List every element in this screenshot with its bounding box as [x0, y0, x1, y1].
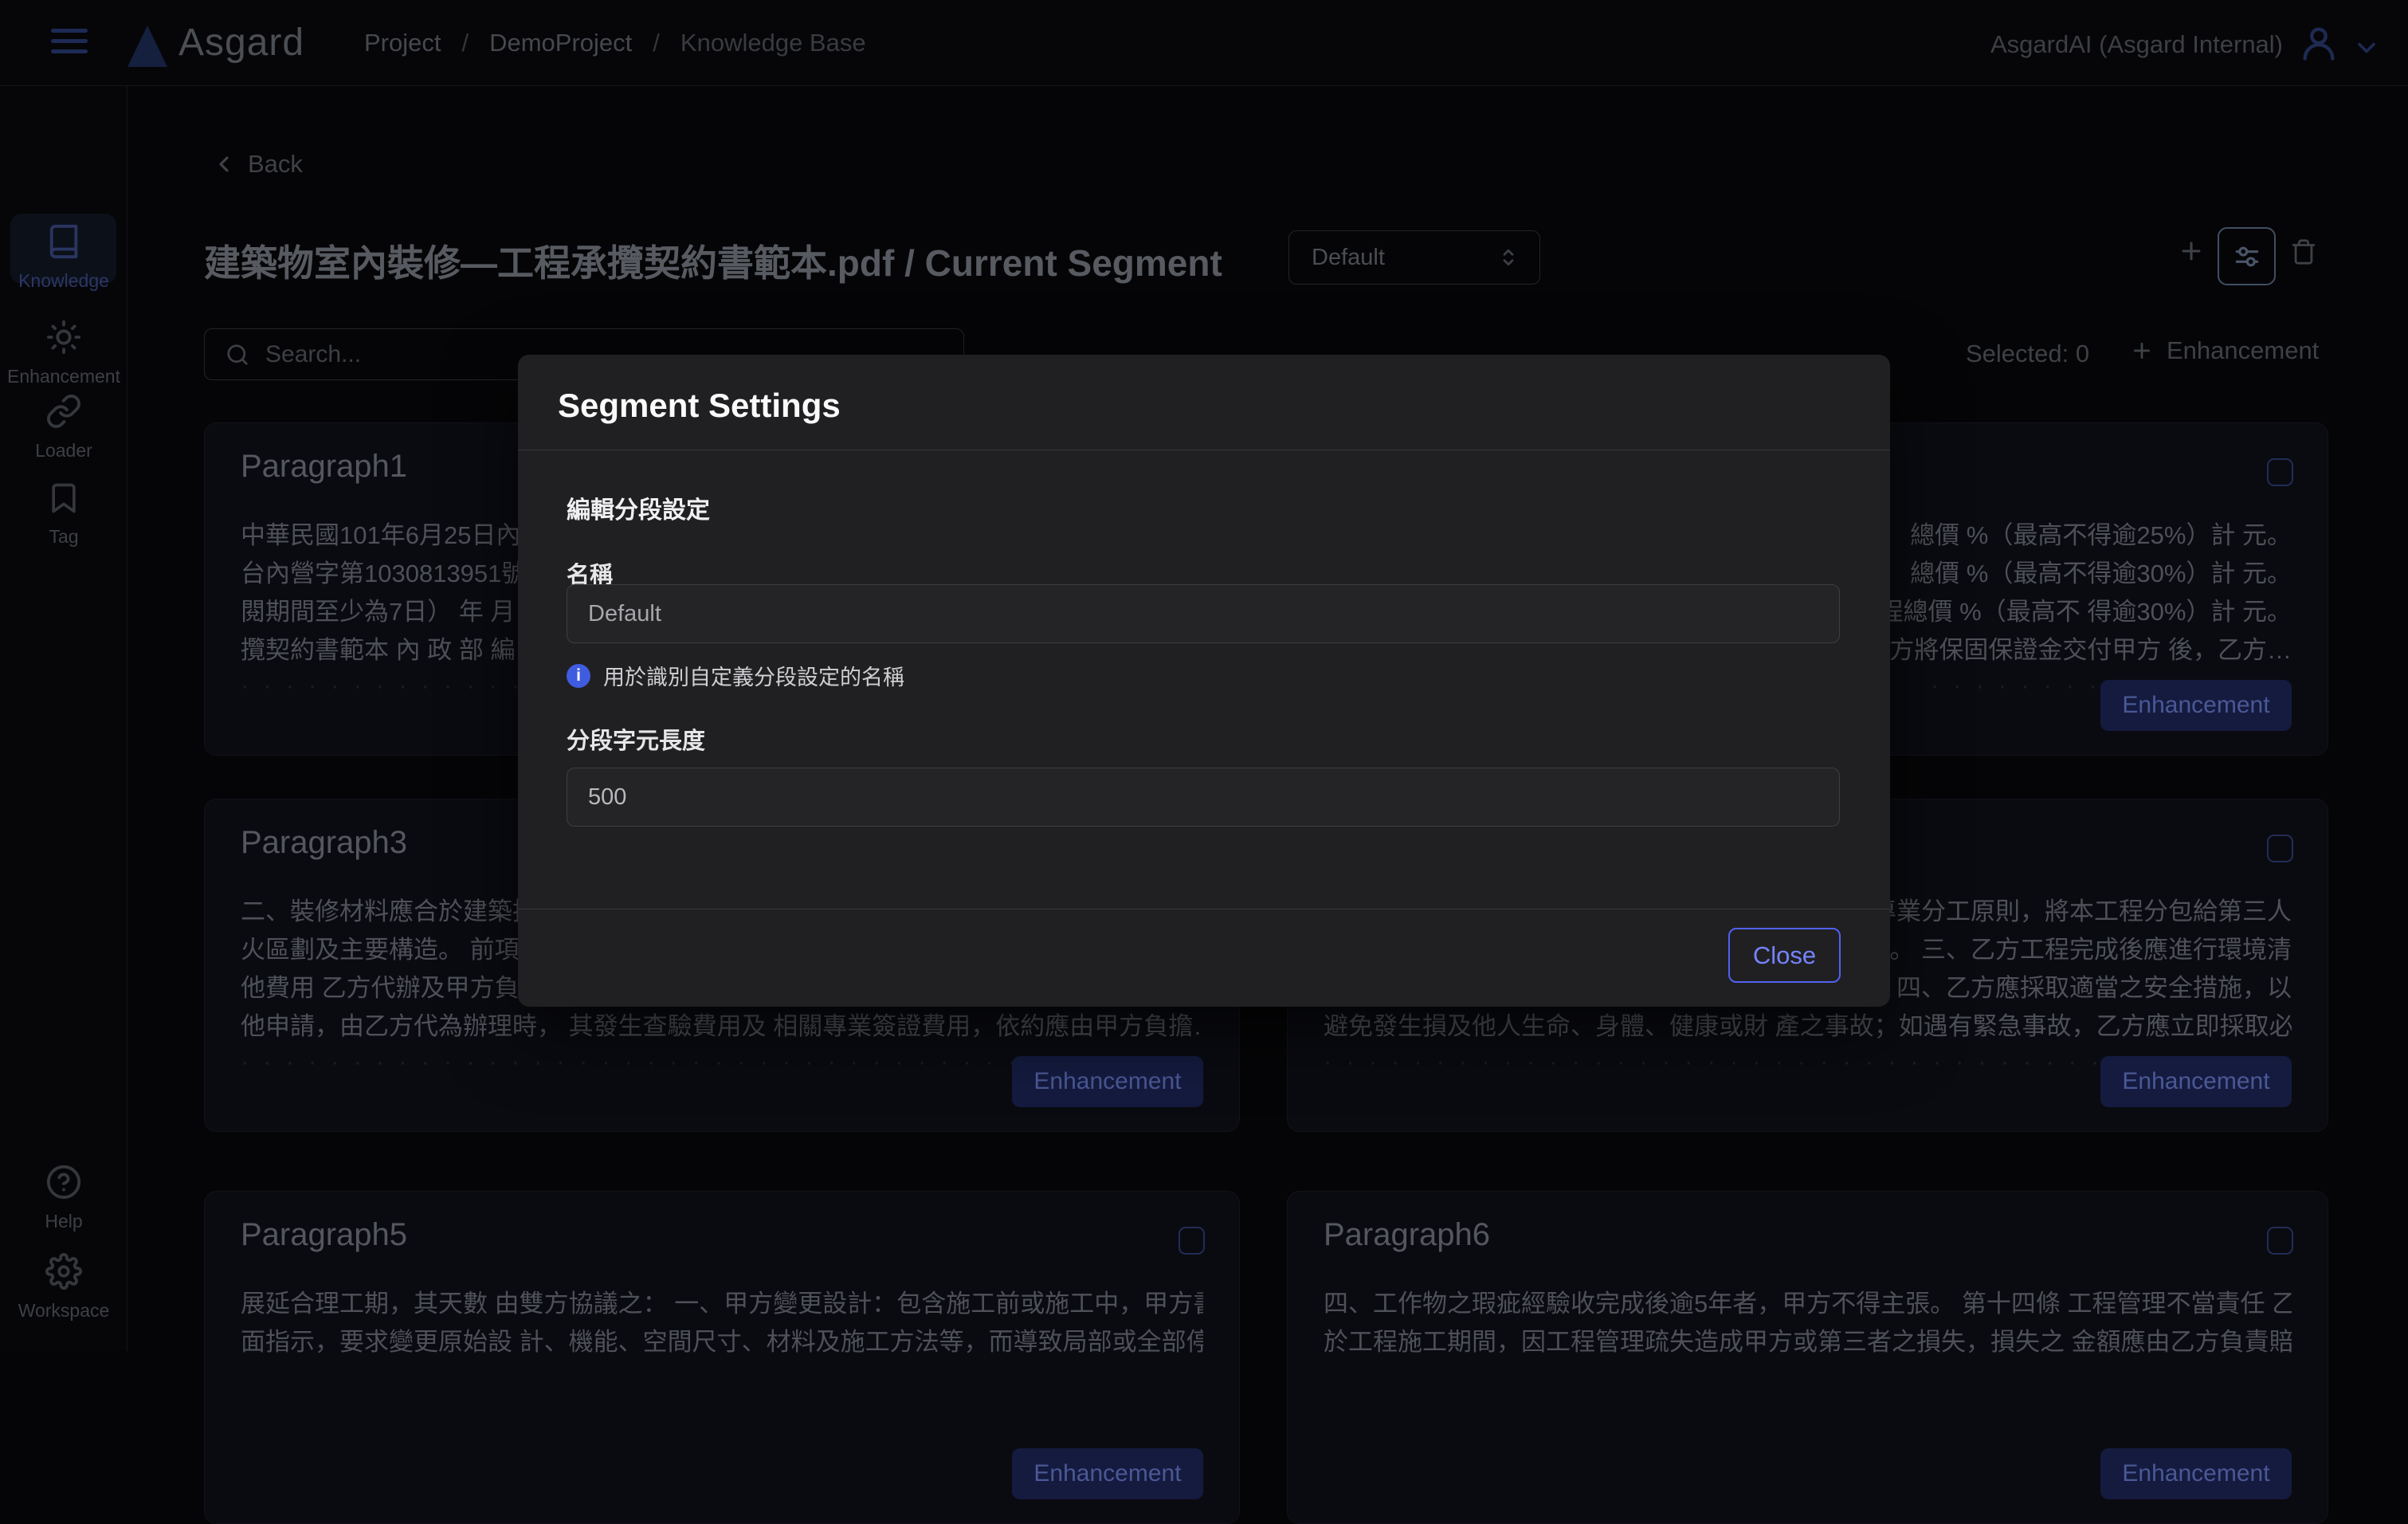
sidebar-item-label: Help [0, 1211, 127, 1232]
card-checkbox[interactable] [2267, 1227, 2293, 1255]
asgard-logo-icon [127, 26, 167, 67]
question-circle-icon [45, 1164, 82, 1200]
sidebar-item-enhancement[interactable]: Enhancement [0, 319, 127, 387]
breadcrumb-project[interactable]: Project [364, 29, 441, 57]
back-button[interactable]: Back [211, 150, 303, 179]
sidebar-item-label: Loader [0, 440, 127, 462]
enhancement-button[interactable]: Enhancement [2100, 1448, 2292, 1499]
enhancement-button[interactable]: Enhancement [2100, 680, 2292, 731]
card-title: Paragraph3 [241, 825, 407, 861]
sun-icon [45, 319, 82, 355]
segment-settings-modal: Segment Settings 編輯分段設定 名稱 i 用於識別自定義分段設定… [518, 355, 1890, 1007]
paragraph-card-5[interactable]: Paragraph5 展延合理工期，其天數 由雙方協議之： 一、甲方變更設計：包… [204, 1191, 1240, 1524]
card-title: Paragraph5 [241, 1217, 407, 1253]
breadcrumb-demoproject[interactable]: DemoProject [489, 29, 632, 57]
enhancement-button[interactable]: Enhancement [1012, 1056, 1203, 1107]
search-icon [226, 343, 249, 367]
card-text: 展延合理工期，其天數 由雙方協議之： 一、甲方變更設計：包含施工前或施工中，甲方… [241, 1285, 1203, 1361]
selected-count-label: Selected: 0 [1966, 340, 2089, 368]
chevron-left-icon [211, 151, 237, 177]
sidebar-item-label: Workspace [0, 1300, 127, 1322]
sidebar-item-label: Knowledge [0, 270, 127, 292]
brand-title: Asgard [178, 21, 304, 65]
book-icon [45, 223, 82, 260]
plus-icon [2130, 339, 2154, 363]
name-input[interactable] [567, 584, 1840, 643]
link-icon [45, 393, 82, 430]
name-hint-text: 用於識別自定義分段設定的名稱 [603, 660, 904, 691]
sidebar-item-tag[interactable]: Tag [0, 481, 127, 548]
card-checkbox[interactable] [2267, 835, 2293, 862]
sidebar: Knowledge Enhancement Loader Tag Help Wo… [0, 86, 127, 1351]
sidebar-item-knowledge[interactable]: Knowledge [0, 223, 127, 292]
enhancement-button[interactable]: Enhancement [1012, 1448, 1203, 1499]
enhancement-button[interactable]: Enhancement [2100, 1056, 2292, 1107]
person-icon[interactable] [2298, 22, 2339, 64]
bookmark-icon [46, 481, 81, 516]
card-text: 四、工作物之瑕疵經驗收完成後逾5年者，甲方不得主張。 第十四條 工程管理不當責任… [1324, 1285, 2292, 1361]
card-title: Paragraph1 [241, 449, 407, 485]
add-enhancement-button[interactable]: Enhancement [2130, 336, 2319, 365]
segment-settings-button[interactable] [2218, 227, 2276, 285]
sidebar-item-loader[interactable]: Loader [0, 393, 127, 462]
length-label: 分段字元長度 [567, 722, 705, 756]
page-title: 建築物室內裝修—工程承攬契約書範本.pdf / Current Segment [204, 234, 1222, 287]
breadcrumb-knowledge-base: Knowledge Base [680, 29, 866, 57]
sidebar-item-label: Enhancement [0, 366, 127, 387]
sidebar-item-workspace[interactable]: Workspace [0, 1253, 127, 1322]
paragraph-card-6[interactable]: Paragraph6 四、工作物之瑕疵經驗收完成後逾5年者，甲方不得主張。 第十… [1287, 1191, 2328, 1524]
add-segment-button[interactable] [2178, 238, 2205, 265]
modal-section-heading: 編輯分段設定 [567, 490, 710, 525]
trash-icon[interactable] [2290, 238, 2317, 266]
modal-header: Segment Settings [518, 355, 1890, 450]
account-label: AsgardAI (Asgard Internal) [1990, 30, 2283, 59]
name-hint: i 用於識別自定義分段設定的名稱 [567, 660, 904, 691]
menu-icon[interactable] [51, 29, 88, 57]
top-navbar: Asgard Project / DemoProject / Knowledge… [0, 0, 2408, 86]
chevron-down-icon[interactable] [2352, 33, 2381, 62]
sidebar-item-help[interactable]: Help [0, 1164, 127, 1232]
card-checkbox[interactable] [2267, 458, 2293, 486]
info-circle-icon: i [567, 664, 590, 688]
add-enhancement-label: Enhancement [2167, 336, 2319, 365]
close-button[interactable]: Close [1728, 928, 1841, 983]
modal-title: Segment Settings [558, 387, 841, 425]
select-chevrons-icon [1496, 245, 1520, 269]
card-checkbox[interactable] [1179, 1227, 1205, 1255]
gear-icon [45, 1253, 82, 1290]
length-input[interactable] [567, 768, 1840, 827]
breadcrumb: Project / DemoProject / Knowledge Base [364, 29, 866, 57]
modal-footer: Close [518, 909, 1890, 1007]
breadcrumb-separator: / [653, 29, 660, 57]
breadcrumb-separator: / [461, 29, 469, 57]
card-title: Paragraph6 [1324, 1217, 1490, 1253]
segment-select[interactable]: Default [1288, 230, 1540, 285]
segment-select-value: Default [1312, 245, 1496, 271]
sidebar-item-label: Tag [0, 526, 127, 548]
back-label: Back [248, 150, 303, 179]
